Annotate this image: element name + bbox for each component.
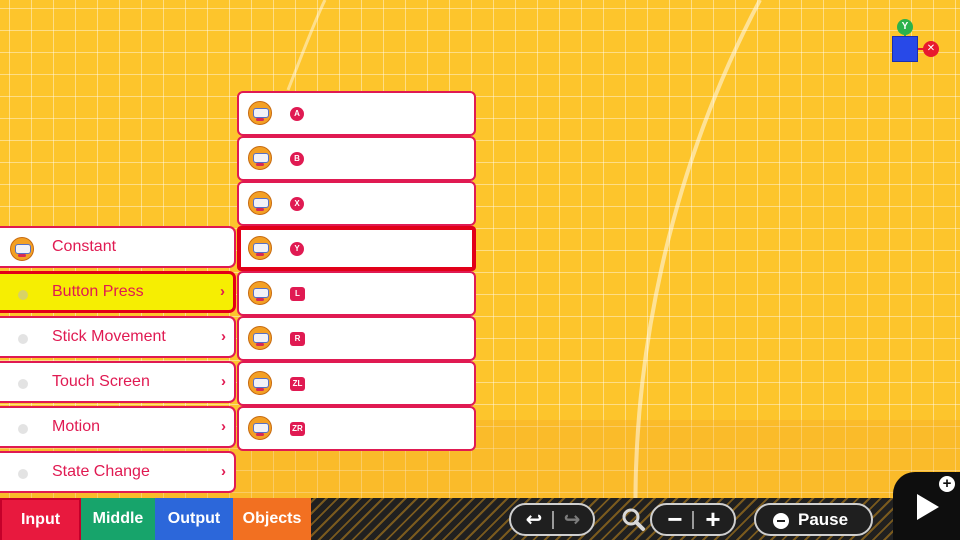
- divider: [692, 511, 694, 529]
- button-option-y[interactable]: Y: [237, 226, 476, 271]
- button-option-zr[interactable]: ZR: [237, 406, 476, 451]
- menu-item-label: Motion: [52, 418, 101, 435]
- bullet-icon: [18, 334, 28, 344]
- button-option-l[interactable]: L: [237, 271, 476, 316]
- nodon-face-icon: [248, 191, 272, 215]
- chevron-right-icon: ›: [221, 418, 226, 435]
- redo-icon[interactable]: ↪: [559, 507, 585, 533]
- button-option-r[interactable]: R: [237, 316, 476, 361]
- nodon-face-icon: [248, 371, 272, 395]
- button-r-badge: R: [290, 332, 305, 346]
- nodon-face-icon: [248, 236, 272, 260]
- play-icon: [917, 494, 939, 520]
- menu-item-label: State Change: [52, 463, 150, 480]
- divider: [552, 511, 554, 529]
- zoom-out-button[interactable]: −: [660, 505, 690, 534]
- chevron-right-icon: ›: [221, 463, 226, 480]
- nodon-face-icon: [10, 237, 34, 261]
- nodon-face-icon: [248, 101, 272, 125]
- minus-button-icon: [773, 513, 789, 529]
- menu-item-button-press[interactable]: Button Press ›: [0, 271, 236, 313]
- x-axis-handle[interactable]: ✕: [923, 41, 939, 57]
- chevron-right-icon: ›: [220, 283, 225, 300]
- nodon-face-icon: [248, 146, 272, 170]
- zoom-controls: − +: [650, 503, 736, 536]
- menu-item-stick-movement[interactable]: Stick Movement ›: [0, 316, 236, 358]
- menu-item-label: Stick Movement: [52, 328, 166, 345]
- plus-button-icon: +: [939, 476, 955, 492]
- play-button[interactable]: +: [893, 472, 960, 540]
- magnifier-icon: [622, 508, 645, 531]
- chevron-right-icon: ›: [221, 328, 226, 345]
- bullet-icon: [18, 424, 28, 434]
- button-y-badge: Y: [290, 242, 304, 256]
- tab-middle[interactable]: Middle: [81, 498, 155, 540]
- pause-button[interactable]: Pause: [754, 503, 873, 536]
- button-option-zl[interactable]: ZL: [237, 361, 476, 406]
- tab-output[interactable]: Output: [155, 498, 233, 540]
- button-l-badge: L: [290, 287, 305, 301]
- y-axis-handle[interactable]: Y: [897, 19, 913, 35]
- tab-input[interactable]: Input: [0, 498, 81, 540]
- menu-item-label: Button Press: [52, 283, 144, 300]
- zoom-in-button[interactable]: +: [698, 505, 728, 534]
- button-x-badge: X: [290, 197, 304, 211]
- button-option-b[interactable]: B: [237, 136, 476, 181]
- tab-objects[interactable]: Objects: [233, 498, 311, 540]
- nodon-face-icon: [248, 281, 272, 305]
- object-cube[interactable]: [892, 36, 918, 62]
- bullet-icon: [18, 379, 28, 389]
- button-zl-badge: ZL: [290, 377, 305, 391]
- menu-item-constant[interactable]: Constant: [0, 226, 236, 268]
- menu-item-state-change[interactable]: State Change ›: [0, 451, 236, 493]
- bullet-icon: [18, 290, 28, 300]
- button-zr-badge: ZR: [290, 422, 305, 436]
- menu-item-label: Constant: [52, 238, 117, 255]
- button-b-badge: B: [290, 152, 304, 166]
- undo-icon[interactable]: ↩: [521, 507, 547, 533]
- menu-item-label: Touch Screen: [52, 373, 150, 390]
- button-option-a[interactable]: A: [237, 91, 476, 136]
- undo-redo-group: ↩ ↪: [509, 503, 595, 536]
- pause-label: Pause: [798, 510, 849, 529]
- menu-item-touch-screen[interactable]: Touch Screen ›: [0, 361, 236, 403]
- object-gizmo[interactable]: Y ✕: [888, 18, 948, 68]
- nodon-face-icon: [248, 326, 272, 350]
- nodon-face-icon: [248, 416, 272, 440]
- button-option-x[interactable]: X: [237, 181, 476, 226]
- menu-item-motion[interactable]: Motion ›: [0, 406, 236, 448]
- bullet-icon: [18, 469, 28, 479]
- button-a-badge: A: [290, 107, 304, 121]
- chevron-right-icon: ›: [221, 373, 226, 390]
